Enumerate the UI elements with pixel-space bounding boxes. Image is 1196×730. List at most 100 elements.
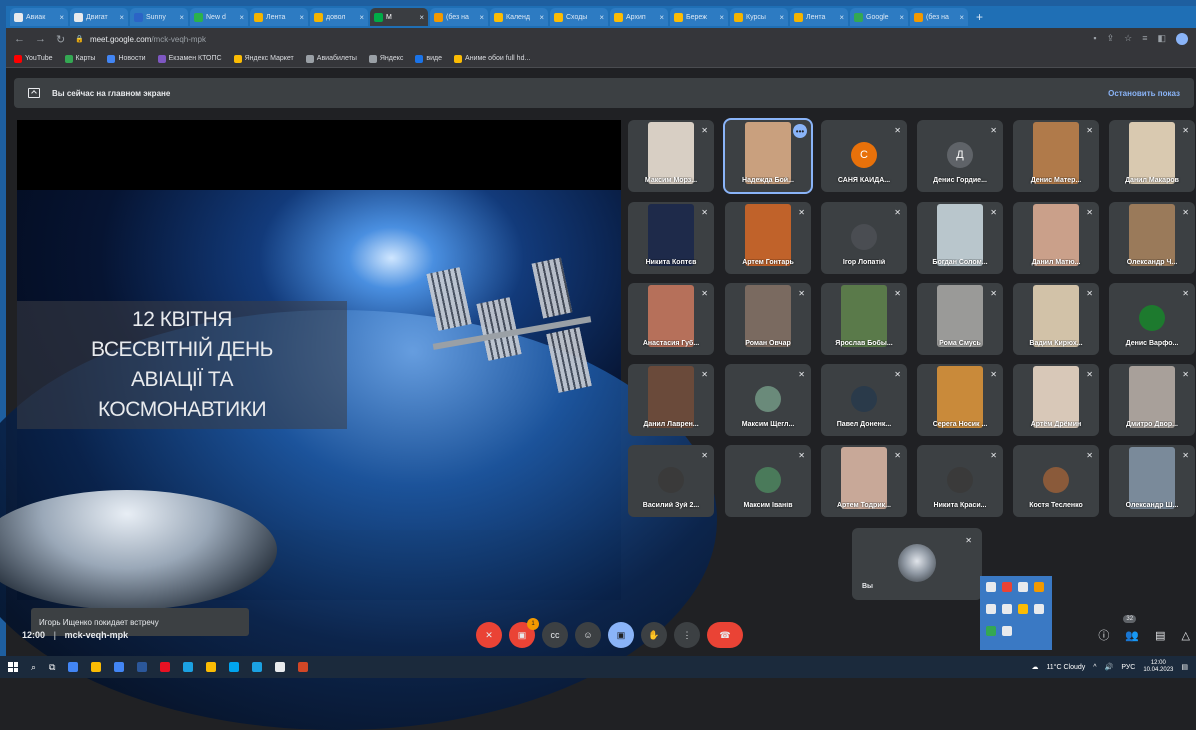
mic-toggle-button[interactable]: ✕ bbox=[476, 622, 502, 648]
participant-tile[interactable]: ✕ Дмитро Двор... bbox=[1109, 364, 1195, 436]
extensions-icon[interactable]: ≡ bbox=[1142, 33, 1147, 45]
participant-tile[interactable]: ✕ Вадим Кирюх... bbox=[1013, 283, 1099, 355]
new-tab-button[interactable]: + bbox=[970, 10, 989, 24]
participant-tile[interactable]: Д ✕ Денис Гордие... bbox=[917, 120, 1003, 192]
tab-close-icon[interactable]: × bbox=[599, 13, 604, 22]
bookmark-item[interactable]: Карты bbox=[64, 54, 95, 63]
task-view-icon[interactable]: ⧉ bbox=[49, 662, 55, 673]
chat-icon[interactable]: ▤ bbox=[1155, 629, 1165, 642]
volume-icon[interactable]: 🔊 bbox=[1105, 663, 1114, 671]
participant-tile[interactable]: ✕ Олександр Ш... bbox=[1109, 445, 1195, 517]
taskbar-app-icon[interactable] bbox=[137, 662, 148, 672]
taskbar-app-icon[interactable] bbox=[68, 662, 79, 672]
tray-app-icon[interactable] bbox=[1018, 604, 1028, 614]
taskbar-app-icon[interactable] bbox=[114, 662, 125, 672]
tab-close-icon[interactable]: × bbox=[419, 13, 424, 22]
taskbar-app-icon[interactable] bbox=[252, 662, 263, 672]
tab-close-icon[interactable]: × bbox=[59, 13, 64, 22]
browser-tab[interactable]: Сходы × bbox=[550, 8, 608, 26]
browser-tab[interactable]: Лента × bbox=[250, 8, 308, 26]
search-icon[interactable]: ⌕ bbox=[31, 662, 36, 673]
tray-app-icon[interactable] bbox=[1034, 604, 1044, 614]
browser-tab[interactable]: Береж × bbox=[670, 8, 728, 26]
tab-close-icon[interactable]: × bbox=[359, 13, 364, 22]
participant-tile[interactable]: ✕ Олександр Ч... bbox=[1109, 202, 1195, 274]
tray-app-icon[interactable] bbox=[1018, 582, 1028, 592]
bookmark-item[interactable]: Новости bbox=[107, 54, 146, 63]
tab-close-icon[interactable]: × bbox=[719, 13, 724, 22]
tray-app-icon[interactable] bbox=[986, 582, 996, 592]
tab-close-icon[interactable]: × bbox=[839, 13, 844, 22]
tab-close-icon[interactable]: × bbox=[239, 13, 244, 22]
tray-app-icon[interactable] bbox=[1034, 582, 1044, 592]
stop-presenting-button[interactable]: Остановить показ bbox=[1108, 89, 1180, 98]
browser-tab[interactable]: Двигат × bbox=[70, 8, 128, 26]
tab-close-icon[interactable]: × bbox=[779, 13, 784, 22]
tab-close-icon[interactable]: × bbox=[959, 13, 964, 22]
url-field[interactable]: 🔒 meet.google.com/mck-veqh-mpk bbox=[75, 35, 206, 44]
tab-close-icon[interactable]: × bbox=[539, 13, 544, 22]
participant-tile[interactable]: ✕ Артем Гонтарь bbox=[725, 202, 811, 274]
participant-tile[interactable]: ✕ Анастасия Губ... bbox=[628, 283, 714, 355]
bookmark-item[interactable]: Аниме обои full hd... bbox=[454, 54, 530, 63]
participant-tile[interactable]: ••• Надежда Бой... bbox=[723, 118, 813, 194]
star-icon[interactable]: ☆ bbox=[1124, 33, 1132, 45]
reload-icon[interactable]: ↻ bbox=[56, 33, 65, 46]
browser-tab[interactable]: M × bbox=[370, 8, 428, 26]
camera-toggle-button[interactable]: ▣ 1 bbox=[509, 618, 539, 648]
participant-tile[interactable]: ✕ Ігор Лопатій bbox=[821, 202, 907, 274]
people-button[interactable]: 32 👥 bbox=[1123, 614, 1139, 642]
forward-icon[interactable]: → bbox=[35, 33, 46, 45]
present-button[interactable]: ▣ bbox=[608, 622, 634, 648]
participant-tile[interactable]: ✕ Данил Макаров bbox=[1109, 120, 1195, 192]
sidepanel-icon[interactable]: ◧ bbox=[1157, 33, 1166, 45]
raise-hand-button[interactable]: ✋ bbox=[641, 622, 667, 648]
more-options-icon[interactable]: ••• bbox=[793, 124, 807, 138]
tray-app-icon[interactable] bbox=[986, 604, 996, 614]
participant-tile[interactable]: ✕ Ярослав Бобы... bbox=[821, 283, 907, 355]
participant-tile[interactable]: ✕ Никита Коптєв bbox=[628, 202, 714, 274]
tab-close-icon[interactable]: × bbox=[659, 13, 664, 22]
browser-tab[interactable]: Sunny × bbox=[130, 8, 188, 26]
taskbar-clock[interactable]: 12:00 10.04.2023 bbox=[1143, 660, 1173, 674]
profile-avatar[interactable] bbox=[1176, 33, 1188, 45]
participant-tile[interactable]: ✕ Серега Носик ... bbox=[917, 364, 1003, 436]
browser-tab[interactable]: Архип × bbox=[610, 8, 668, 26]
activities-icon[interactable]: △ bbox=[1182, 629, 1190, 642]
participant-tile[interactable]: ✕ Максим Щегл... bbox=[725, 364, 811, 436]
share-icon[interactable]: ⇪ bbox=[1107, 33, 1115, 45]
participant-tile[interactable]: ✕ Максим Іванів bbox=[725, 445, 811, 517]
bookmark-item[interactable]: Яндекс Маркет bbox=[233, 54, 294, 63]
participant-tile[interactable]: ✕ Артем Тодрик... bbox=[821, 445, 907, 517]
tray-app-icon[interactable] bbox=[1002, 582, 1012, 592]
tray-chevron-icon[interactable]: ^ bbox=[1093, 664, 1096, 671]
tab-close-icon[interactable]: × bbox=[299, 13, 304, 22]
taskbar-app-icon[interactable] bbox=[229, 662, 240, 672]
taskbar-app-icon[interactable] bbox=[206, 662, 217, 672]
tab-close-icon[interactable]: × bbox=[179, 13, 184, 22]
browser-tab[interactable]: Google × bbox=[850, 8, 908, 26]
bookmark-item[interactable]: Яндекс bbox=[368, 54, 403, 63]
participant-tile[interactable]: ✕ Денис Матер... bbox=[1013, 120, 1099, 192]
taskbar-app-icon[interactable] bbox=[298, 662, 309, 672]
browser-tab[interactable]: Лента × bbox=[790, 8, 848, 26]
start-icon[interactable] bbox=[8, 662, 18, 672]
browser-tab[interactable]: Календ × bbox=[490, 8, 548, 26]
browser-tab[interactable]: Авиак × bbox=[10, 8, 68, 26]
participant-tile[interactable]: ✕ Костя Тесленко bbox=[1013, 445, 1099, 517]
browser-tab[interactable]: (без на × bbox=[430, 8, 488, 26]
participant-tile[interactable]: ✕ Павел Доненк... bbox=[821, 364, 907, 436]
browser-tab[interactable]: New d × bbox=[190, 8, 248, 26]
self-tile[interactable]: ✕ Вы bbox=[852, 528, 982, 600]
info-icon[interactable]: ⓘ bbox=[1098, 627, 1109, 643]
bookmark-item[interactable]: YouTube bbox=[14, 54, 53, 63]
participant-tile[interactable]: ✕ Богдан Солом... bbox=[917, 202, 1003, 274]
participant-tile[interactable]: ✕ Рома Смусь bbox=[917, 283, 1003, 355]
participant-tile[interactable]: С ✕ САНЯ КАЙДА... bbox=[821, 120, 907, 192]
participant-tile[interactable]: ✕ Никита Краси... bbox=[917, 445, 1003, 517]
participant-tile[interactable]: ✕ Данил Матю... bbox=[1013, 202, 1099, 274]
weather-text[interactable]: 11°C Cloudy bbox=[1046, 664, 1085, 671]
browser-tab[interactable]: довол × bbox=[310, 8, 368, 26]
tab-close-icon[interactable]: × bbox=[479, 13, 484, 22]
participant-tile[interactable]: ✕ Данил Лаврен... bbox=[628, 364, 714, 436]
